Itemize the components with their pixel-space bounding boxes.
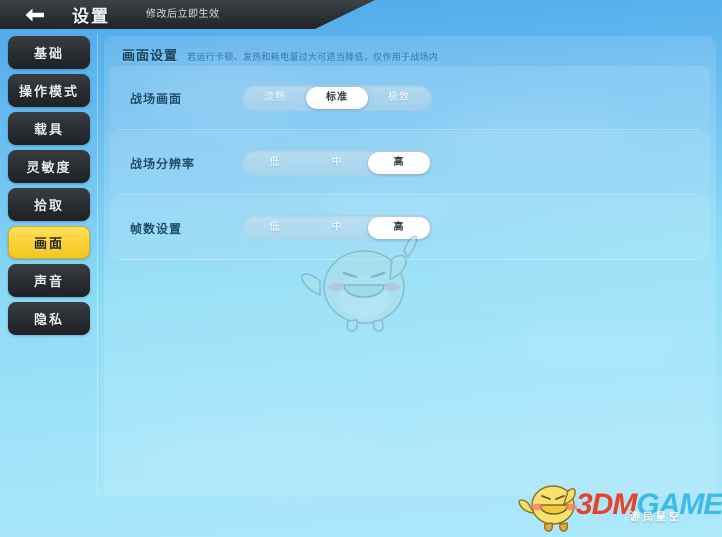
segment-option-medium[interactable]: 中 [306,217,368,239]
segment-option-smooth[interactable]: 流畅 [244,87,306,109]
sidebar-item-label: 载具 [33,122,64,137]
setting-label: 帧数设置 [130,221,183,236]
sidebar-item-label: 灵敏度 [26,160,72,175]
page-title: 设置 [72,7,110,26]
segment-option-high[interactable]: 高 [368,217,430,239]
watermark-subtitle: 游民星空 [630,512,682,523]
segment-option-medium[interactable]: 中 [306,152,368,174]
setting-label: 战场分辨率 [130,156,196,171]
segment-option-high[interactable]: 高 [368,152,430,174]
segment-option-low[interactable]: 低 [244,217,306,239]
setting-row-battlefield-resolution: 战场分辨率 低 中 高 [110,131,710,195]
settings-list: 战场画面 流畅 标准 极致 战场分辨率 低 中 高 帧数设置 低 中 高 [110,66,710,260]
sidebar-item-label: 声音 [33,274,64,289]
sidebar-item-label: 拾取 [33,198,64,213]
section-description: 若运行卡顿、发热和耗电量过大可适当降低，仅作用于战场内 [187,52,439,62]
segment-option-standard[interactable]: 标准 [306,87,368,109]
sidebar-item-vehicles[interactable]: 载具 [8,112,90,145]
sidebar-item-control-mode[interactable]: 操作模式 [8,74,90,107]
sidebar-item-sound[interactable]: 声音 [8,264,90,297]
back-button[interactable] [12,0,58,29]
section-heading: 画面设置 若运行卡顿、发热和耗电量过大可适当降低，仅作用于战场内 [122,45,438,64]
back-arrow-icon [25,8,44,21]
sidebar-item-pickup[interactable]: 拾取 [8,188,90,221]
sidebar: 基础 操作模式 载具 灵敏度 拾取 画面 声音 隐私 [8,36,90,340]
setting-row-framerate: 帧数设置 低 中 高 [110,196,710,260]
sidebar-item-privacy[interactable]: 隐私 [8,302,90,335]
sidebar-item-sensitivity[interactable]: 灵敏度 [8,150,90,183]
setting-row-battlefield-graphics: 战场画面 流畅 标准 极致 [110,66,710,130]
sidebar-item-label: 操作模式 [18,84,79,99]
sidebar-item-basics[interactable]: 基础 [8,36,90,69]
section-title: 画面设置 [122,48,179,63]
setting-label: 战场画面 [130,91,183,106]
settings-screen: 设置 修改后立即生效 基础 操作模式 载具 灵敏度 拾取 画面 声音 隐私 画面… [0,0,722,537]
sidebar-divider [97,34,98,494]
sidebar-item-label: 画面 [33,236,64,251]
sidebar-item-graphics[interactable]: 画面 [8,226,90,259]
sidebar-item-label: 基础 [33,46,64,61]
framerate-segmented-control[interactable]: 低 中 高 [242,215,432,241]
battlefield-graphics-segmented-control[interactable]: 流畅 标准 极致 [242,85,432,111]
sidebar-item-label: 隐私 [33,312,64,327]
segment-option-ultra[interactable]: 极致 [368,87,430,109]
segment-option-low[interactable]: 低 [244,152,306,174]
battlefield-resolution-segmented-control[interactable]: 低 中 高 [242,150,432,176]
header-hint: 修改后立即生效 [146,9,220,20]
